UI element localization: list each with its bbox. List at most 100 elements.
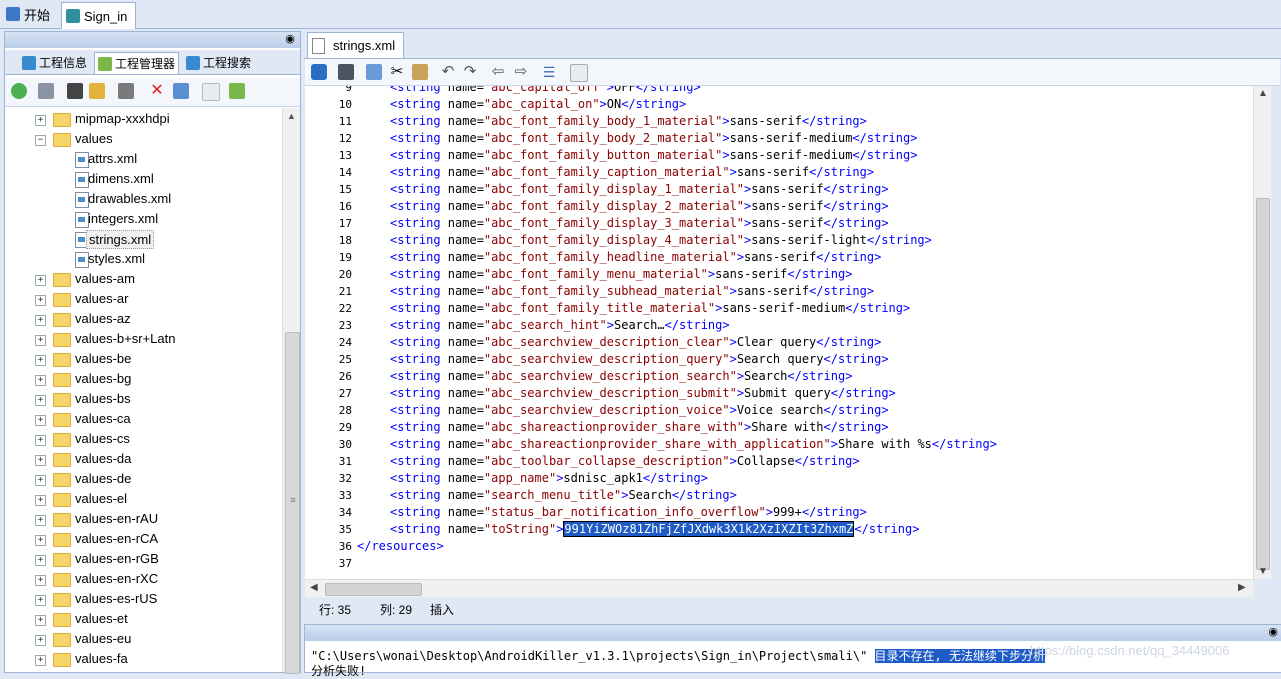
tree-folder-item[interactable]: − values (5, 129, 281, 149)
delete-icon[interactable]: ✕ (149, 83, 165, 99)
expand-icon[interactable]: + (35, 455, 46, 466)
rename-icon[interactable] (173, 83, 189, 99)
collapse-icon[interactable]: − (35, 135, 46, 146)
android-build-icon[interactable] (229, 83, 245, 99)
tree-folder-item[interactable]: + values-fa (5, 649, 281, 669)
hscroll-thumb[interactable] (325, 583, 422, 596)
expand-icon[interactable]: + (35, 275, 46, 286)
tree-folder-item[interactable]: + values-eu (5, 629, 281, 649)
line-content: <string name="abc_search_hint">Search…</… (390, 317, 730, 334)
scroll-up-icon[interactable]: ▲ (283, 108, 300, 124)
tree-folder-item[interactable]: + values-et (5, 609, 281, 629)
tree-file-item[interactable]: drawables.xml (5, 189, 281, 209)
expand-icon[interactable]: + (35, 295, 46, 306)
expand-icon[interactable]: + (35, 495, 46, 506)
back-icon[interactable]: ⇦ (490, 64, 506, 80)
find-folder-icon[interactable] (89, 83, 105, 99)
open-tag: <string (390, 131, 448, 145)
scroll-left-icon[interactable]: ◀ (310, 582, 318, 593)
eye-icon[interactable]: ◉ (1268, 626, 1278, 638)
eye-icon[interactable]: ◉ (282, 33, 298, 45)
tab-project-info[interactable]: 工程信息 (19, 52, 90, 73)
quote: " (599, 86, 607, 94)
expand-icon[interactable]: + (35, 575, 46, 586)
vscroll-thumb[interactable] (1256, 198, 1270, 570)
tree-item-label: strings.xml (86, 230, 155, 249)
tree-folder-item[interactable]: + values-ar (5, 289, 281, 309)
editor-vscrollbar[interactable]: ▲ ▼ (1253, 86, 1271, 579)
text-icon[interactable] (202, 83, 220, 101)
scroll-up-icon[interactable]: ▲ (1258, 88, 1268, 99)
bookmark-icon[interactable] (118, 83, 134, 99)
tab-project-manager[interactable]: 工程管理器 (94, 52, 180, 74)
close-tag: </string> (823, 352, 889, 366)
tree-folder-item[interactable]: + values-de (5, 469, 281, 489)
code-line: 29 <string name= "abc_shareactionprovider_… (305, 419, 1253, 436)
tree-file-item[interactable]: attrs.xml (5, 149, 281, 169)
code-line: 30 <string name= "abc_shareactionprovider_… (305, 436, 1253, 453)
terminal-icon[interactable] (67, 83, 83, 99)
tree-folder-item[interactable]: + values-es-rUS (5, 589, 281, 609)
tree-folder-item[interactable]: + values-bs (5, 389, 281, 409)
format-icon[interactable]: ☰ (541, 64, 557, 80)
tree-folder-item[interactable]: + values-ca (5, 409, 281, 429)
tree-folder-item[interactable]: + values-bg (5, 369, 281, 389)
tree-folder-item[interactable]: + values-en-rXC (5, 569, 281, 589)
refresh-icon[interactable] (11, 83, 27, 99)
expand-icon[interactable]: + (35, 335, 46, 346)
paste-icon[interactable] (412, 64, 428, 80)
tree-folder-item[interactable]: + values-be (5, 349, 281, 369)
tree-folder-item[interactable]: + mipmap-xxxhdpi (5, 109, 281, 129)
tree-file-item[interactable]: dimens.xml (5, 169, 281, 189)
tab-project-search[interactable]: 工程搜索 (183, 52, 254, 73)
expand-icon[interactable]: + (35, 435, 46, 446)
expand-icon[interactable]: + (35, 635, 46, 646)
editor-hscrollbar[interactable]: ◀ ▶ (305, 579, 1253, 597)
tree-scrollbar[interactable]: ▲ ≡ (282, 108, 300, 674)
scroll-right-icon[interactable]: ▶ (1238, 582, 1246, 593)
cut-icon[interactable]: ✂ (389, 64, 405, 80)
tab-strings-xml[interactable]: strings.xml (307, 32, 405, 58)
code-area[interactable]: 9 <string name="abc_capital_off">OFF</str… (305, 86, 1253, 579)
tab-start[interactable]: 开始 (2, 2, 58, 26)
tree-file-item[interactable]: styles.xml (5, 249, 281, 269)
quote: " (736, 182, 745, 196)
save-icon[interactable] (338, 64, 354, 80)
tab-sign-in[interactable]: Sign_in (61, 2, 137, 29)
expand-icon[interactable]: + (35, 655, 46, 666)
forward-icon[interactable]: ⇨ (513, 64, 529, 80)
tree-folder-item[interactable]: + values-el (5, 489, 281, 509)
folder-icon (53, 333, 71, 347)
tree-folder-item[interactable]: + values-am (5, 269, 281, 289)
tree-folder-item[interactable]: + values-en-rAU (5, 509, 281, 529)
expand-icon[interactable]: + (35, 475, 46, 486)
tree-folder-item[interactable]: + values-cs (5, 429, 281, 449)
tree-file-item[interactable]: strings.xml (5, 229, 281, 249)
expand-icon[interactable]: + (35, 415, 46, 426)
expand-icon[interactable]: + (35, 315, 46, 326)
undo-icon[interactable]: ↶ (440, 64, 456, 80)
expand-icon[interactable]: + (35, 555, 46, 566)
lock-icon[interactable] (311, 64, 327, 80)
expand-icon[interactable]: + (35, 515, 46, 526)
tree-folder-item[interactable]: + values-en-rCA (5, 529, 281, 549)
tree-folder-item[interactable]: + values-az (5, 309, 281, 329)
expand-icon[interactable]: + (35, 595, 46, 606)
expand-icon[interactable]: + (35, 375, 46, 386)
expand-icon[interactable]: + (35, 615, 46, 626)
expand-icon[interactable]: + (35, 115, 46, 126)
scroll-thumb[interactable]: ≡ (285, 332, 300, 674)
expand-icon[interactable]: + (35, 395, 46, 406)
tree-folder-item[interactable]: + values-en-rGB (5, 549, 281, 569)
java-icon[interactable] (570, 64, 588, 82)
expand-icon[interactable]: + (35, 535, 46, 546)
expand-icon[interactable]: + (35, 355, 46, 366)
copy-icon[interactable] (366, 64, 382, 80)
tree-file-item[interactable]: integers.xml (5, 209, 281, 229)
open-dir-icon[interactable] (38, 83, 54, 99)
tree-folder-item[interactable]: + values-da (5, 449, 281, 469)
redo-icon[interactable]: ↷ (462, 64, 478, 80)
selected-value: 991YiZWOz81ZhFjZfJXdwk3X1k2XzIXZIt3ZhxmZ (563, 521, 855, 537)
scroll-down-icon[interactable]: ▼ (1258, 566, 1268, 577)
tree-folder-item[interactable]: + values-b+sr+Latn (5, 329, 281, 349)
